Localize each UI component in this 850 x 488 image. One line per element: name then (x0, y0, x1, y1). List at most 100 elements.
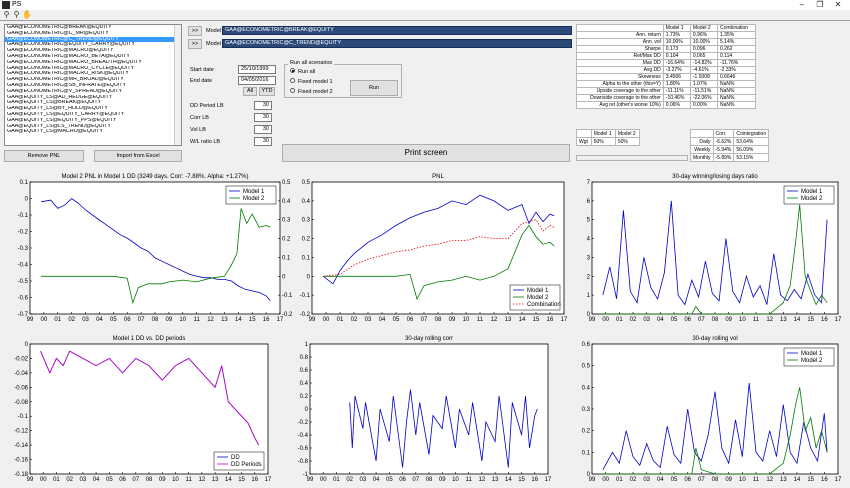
print-screen-button[interactable]: Print screen (282, 144, 570, 162)
y-tick-label: 0 (25, 342, 29, 348)
legend-label: DD Periods (231, 462, 262, 468)
y-tick-label: 0.5 (302, 180, 311, 186)
x-tick-label: 14 (505, 477, 512, 483)
corr-row-label: Monthly (690, 153, 714, 162)
x-tick-label: 13 (505, 317, 512, 323)
x-tick-label: 04 (373, 477, 380, 483)
x-tick-label: 11 (466, 477, 473, 483)
stats-cell: 5.14% (717, 38, 756, 46)
zoom-out-icon[interactable]: ⚲ (12, 10, 21, 19)
stats-cell: 0.096 (689, 45, 719, 53)
close-icon[interactable]: ✕ (830, 0, 846, 10)
x-tick-label: 02 (630, 317, 637, 323)
chart-title: PNL (432, 174, 444, 180)
list-scrollbar[interactable] (174, 25, 181, 145)
y-tick-label: 0.6 (300, 368, 309, 374)
corr-lb-field[interactable]: 30 (254, 113, 272, 122)
x-tick-label: 09 (725, 317, 732, 323)
vol-lb-field[interactable]: 30 (254, 125, 272, 134)
corr-row-label: Weekly (690, 145, 714, 154)
legend-label: DD (231, 455, 240, 461)
stats-cell: NaN% (717, 101, 756, 109)
chart-title: Model 1 DD vs. DD periods (113, 336, 186, 342)
stats-cell: -14.82% (689, 59, 719, 67)
y-tick-label: 0.2 (582, 429, 591, 435)
model1-field[interactable]: GAA@ECONOMETRIC@BREAK@EQUITY (222, 26, 572, 35)
legend-label: Model 2 (243, 196, 265, 202)
run-button[interactable]: Run (350, 80, 398, 96)
x-tick-label: 13 (221, 317, 228, 323)
list-item[interactable]: GAA@EQUITY_LS@MACRO@EQUITY (5, 129, 181, 135)
weights-scrollbar[interactable] (576, 155, 688, 161)
x-tick-label: 14 (794, 317, 801, 323)
y-tick-label: -0.12 (14, 429, 28, 435)
weights-row-label: Wgt (576, 137, 592, 146)
divider (0, 20, 850, 21)
start-date-field[interactable]: 25/10/1999 (238, 65, 276, 74)
radio-run-all[interactable]: Run all (290, 68, 315, 75)
model2-field[interactable]: GAA@ECONOMETRIC@C_TREND@EQUITY (222, 39, 572, 48)
stats-cell: -10.46% (662, 94, 691, 102)
x-tick-label: 01 (337, 317, 344, 323)
end-date-field[interactable]: 04/05/2016 (238, 76, 276, 85)
x-tick-label: 11 (194, 317, 201, 323)
dd-period-field[interactable]: 30 (254, 101, 272, 110)
x-tick-label: 05 (671, 317, 678, 323)
x-tick-label: 04 (379, 317, 386, 323)
y-tick-label: -0.6 (298, 446, 309, 452)
x-tick-label: 05 (106, 477, 113, 483)
weights-corner (576, 129, 592, 138)
y2-tick-label: -0.1 (282, 293, 293, 299)
stats-cell: 0.96% (689, 31, 719, 39)
all-button[interactable]: All (243, 87, 257, 96)
x-tick-label: 01 (54, 317, 61, 323)
restore-icon[interactable]: ❐ (812, 0, 828, 10)
y-tick-label: -0.1 (18, 213, 29, 219)
x-tick-label: 07 (698, 317, 705, 323)
x-tick-label: 16 (821, 317, 828, 323)
x-tick-label: 13 (212, 477, 219, 483)
import-excel-button[interactable]: Import from Excel (94, 150, 182, 162)
corr-cell: 53.15% (733, 153, 770, 162)
strategy-list[interactable]: GAA@ECONOMETRIC@BREAK@EQUITY GAA@ECONOMET… (4, 24, 182, 146)
stats-cell: 0.114 (717, 52, 756, 60)
corr-col-header: Cointegration (733, 129, 770, 138)
radio-fixed-model1[interactable]: Fixed model 1 (290, 78, 333, 85)
minimize-icon[interactable]: – (794, 0, 810, 10)
legend-label: Model 1 (801, 189, 823, 195)
set-model2-button[interactable]: >> (188, 39, 202, 49)
weight-model1[interactable]: 50% (590, 137, 616, 146)
pan-icon[interactable]: ✋ (22, 10, 32, 19)
x-tick-label: 10 (739, 477, 746, 483)
x-tick-label: 09 (725, 477, 732, 483)
ytd-button[interactable]: YTD (259, 87, 275, 96)
chart-corr: 30-day rolling corr99 00 01 02 03 04 05 06 07 08 0… (298, 336, 552, 483)
start-date-label: Start date (190, 67, 214, 73)
stats-row-label: Avg ret (other's worse 10%) (576, 101, 664, 109)
y-tick-label: -0.1 (18, 414, 29, 420)
x-tick-label: 06 (119, 477, 126, 483)
x-tick-label: 08 (712, 477, 719, 483)
x-tick-label: 00 (602, 477, 609, 483)
stats-row-label: Avg DD (576, 66, 664, 74)
x-tick-label: 14 (235, 317, 242, 323)
stats-row-label: Ann. vol (576, 38, 664, 46)
wl-ratio-field[interactable]: 30 (254, 137, 272, 146)
x-tick-label: 14 (519, 317, 526, 323)
x-tick-label: 13 (492, 477, 499, 483)
x-tick-label: 11 (186, 477, 193, 483)
x-tick-label: 12 (199, 477, 206, 483)
corr-cell: 56.09% (733, 145, 770, 154)
x-tick-label: 05 (386, 477, 393, 483)
remove-pnl-button[interactable]: Remove PNL (4, 150, 84, 162)
zoom-in-icon[interactable]: ⚲ (2, 10, 11, 19)
y-tick-label: 0.3 (302, 218, 311, 224)
x-tick-label: 03 (643, 317, 650, 323)
stats-col-header: Combination (717, 24, 756, 32)
y-tick-label: 5 (587, 218, 591, 224)
weight-model2[interactable]: 50% (614, 137, 641, 146)
y-tick-label: -0.02 (14, 356, 28, 362)
stats-row-label: Alpha to the other (this=Y) (576, 80, 664, 88)
set-model1-button[interactable]: >> (188, 26, 202, 36)
radio-fixed-model2[interactable]: Fixed model 2 (290, 88, 333, 95)
